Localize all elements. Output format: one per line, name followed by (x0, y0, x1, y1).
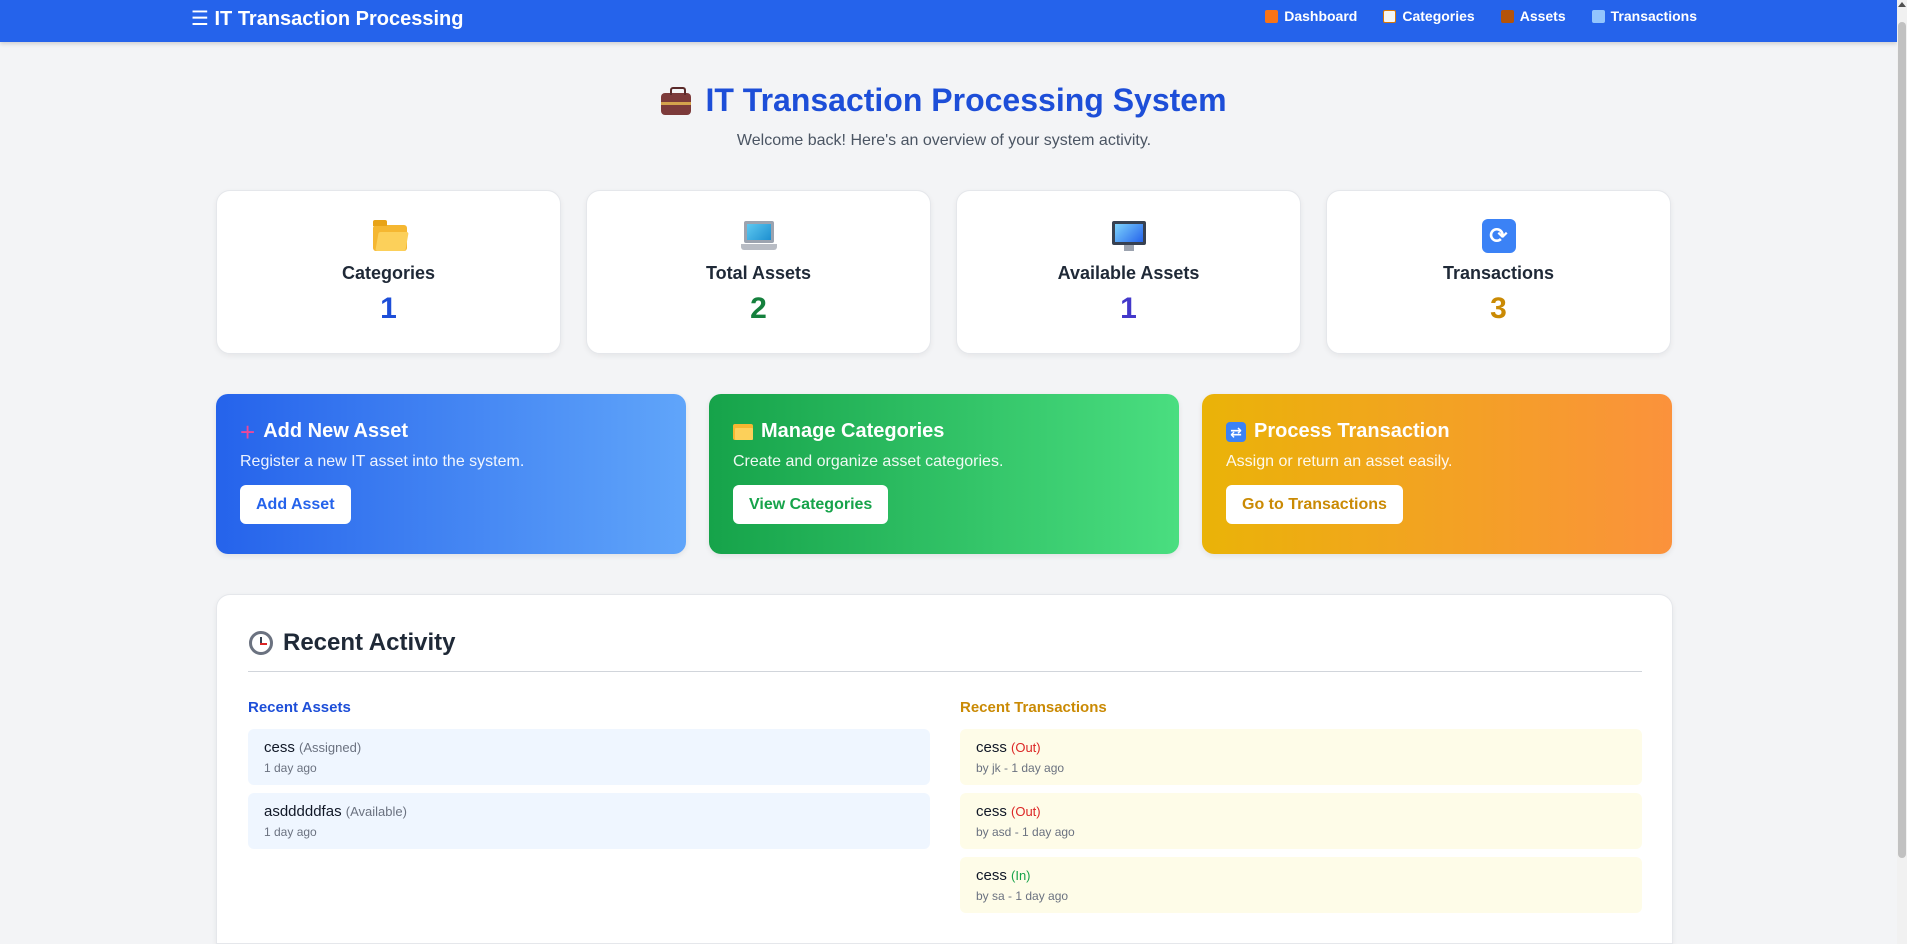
action-title: ⇄ Process Transaction (1226, 420, 1648, 443)
nav-link-label: Assets (1519, 8, 1566, 24)
action-title: + Add New Asset (240, 416, 662, 447)
briefcase-icon (1500, 9, 1514, 23)
nav-link-label: Categories (1402, 8, 1475, 24)
item-name: cess (976, 739, 1007, 756)
status-badge: (Available) (345, 804, 407, 819)
action-card-manage-categories: Manage Categories Create and organize as… (709, 394, 1179, 554)
list-item[interactable]: asdddddfas (Available) 1 day ago (248, 793, 930, 849)
list-item[interactable]: cess (In) by sa - 1 day ago (960, 857, 1642, 913)
stat-card-total-assets: Total Assets 2 (586, 190, 931, 354)
stat-value: 2 (750, 292, 767, 325)
page-title-text: IT Transaction Processing System (705, 82, 1227, 118)
scroll-up-arrow-icon[interactable] (1898, 2, 1906, 7)
briefcase-icon (661, 86, 692, 115)
clipboard-icon (1383, 9, 1397, 23)
folder-icon (371, 219, 407, 253)
add-asset-button[interactable]: Add Asset (240, 485, 351, 524)
recent-transactions-title: Recent Transactions (960, 699, 1107, 716)
laptop-icon (740, 219, 777, 253)
item-title: cess (Assigned) (264, 739, 914, 756)
nav-links: Dashboard Categories Assets Transactions (1265, 8, 1697, 24)
recent-activity-title: Recent Activity (283, 629, 456, 656)
action-title-text: Add New Asset (263, 420, 409, 442)
stat-card-categories: Categories 1 (216, 190, 561, 354)
list-item[interactable]: cess (Assigned) 1 day ago (248, 729, 930, 785)
divider (248, 671, 1642, 672)
nav-link-categories[interactable]: Categories (1383, 8, 1475, 24)
folder-icon (733, 423, 753, 440)
item-title: cess (Out) (976, 739, 1626, 756)
status-badge: (In) (1011, 868, 1031, 883)
house-icon (1265, 9, 1279, 23)
page-subtitle: Welcome back! Here's an overview of your… (736, 131, 1152, 149)
go-to-transactions-button[interactable]: Go to Transactions (1226, 485, 1403, 524)
sync-icon (1591, 9, 1605, 23)
item-meta: 1 day ago (264, 761, 317, 775)
page-header: IT Transaction Processing System Welcome… (0, 82, 1888, 150)
stat-label: Total Assets (705, 263, 812, 283)
stat-label: Transactions (1442, 263, 1555, 283)
nav-link-dashboard[interactable]: Dashboard (1265, 8, 1357, 24)
item-name: asdddddfas (264, 803, 342, 820)
page-title: IT Transaction Processing System (661, 82, 1227, 119)
page-scrollbar[interactable] (1897, 0, 1907, 944)
status-badge: (Assigned) (299, 740, 362, 755)
action-title-text: Process Transaction (1254, 420, 1450, 442)
recent-activity-panel: Recent Activity Recent Assets Recent Tra… (216, 594, 1673, 944)
stat-label: Categories (341, 263, 436, 283)
item-meta: by jk - 1 day ago (976, 761, 1065, 775)
action-title-text: Manage Categories (761, 420, 945, 442)
item-title: cess (Out) (976, 803, 1626, 820)
stat-card-transactions: ⟳ Transactions 3 (1326, 190, 1671, 354)
brand-title[interactable]: ☰ IT Transaction Processing (191, 6, 463, 31)
item-meta: 1 day ago (264, 825, 317, 839)
item-meta: by asd - 1 day ago (976, 825, 1075, 839)
plus-icon: + (240, 416, 256, 447)
item-meta: by sa - 1 day ago (976, 889, 1069, 903)
action-card-add-asset: + Add New Asset Register a new IT asset … (216, 394, 686, 554)
status-badge: (Out) (1011, 804, 1041, 819)
monitor-icon (1111, 219, 1147, 253)
action-description: Register a new IT asset into the system. (240, 453, 525, 470)
stat-label: Available Assets (1057, 263, 1200, 283)
recent-activity-heading: Recent Activity (249, 629, 456, 657)
stat-value: 3 (1490, 292, 1507, 325)
repeat-icon: ⇄ (1226, 421, 1246, 442)
action-card-process-transaction: ⇄ Process Transaction Assign or return a… (1202, 394, 1672, 554)
clock-icon (249, 631, 273, 655)
recent-assets-title: Recent Assets (248, 699, 351, 716)
list-item[interactable]: cess (Out) by asd - 1 day ago (960, 793, 1642, 849)
top-navbar: ☰ IT Transaction Processing Dashboard Ca… (0, 0, 1897, 42)
sync-icon: ⟳ (1481, 219, 1517, 253)
action-description: Create and organize asset categories. (733, 453, 1004, 470)
item-name: cess (976, 867, 1007, 884)
stat-value: 1 (1120, 292, 1137, 325)
status-badge: (Out) (1011, 740, 1041, 755)
scrollbar-thumb[interactable] (1898, 22, 1906, 858)
stat-value: 1 (380, 292, 397, 325)
nav-link-transactions[interactable]: Transactions (1591, 8, 1697, 24)
item-title: cess (In) (976, 867, 1626, 884)
nav-link-label: Dashboard (1284, 8, 1358, 24)
view-categories-button[interactable]: View Categories (733, 485, 889, 524)
item-name: cess (264, 739, 295, 756)
nav-link-assets[interactable]: Assets (1500, 8, 1566, 24)
action-title: Manage Categories (733, 420, 1155, 443)
nav-link-label: Transactions (1610, 8, 1697, 24)
item-title: asdddddfas (Available) (264, 803, 914, 820)
list-item[interactable]: cess (Out) by jk - 1 day ago (960, 729, 1642, 785)
action-description: Assign or return an asset easily. (1226, 453, 1453, 470)
item-name: cess (976, 803, 1007, 820)
stat-card-available-assets: Available Assets 1 (956, 190, 1301, 354)
